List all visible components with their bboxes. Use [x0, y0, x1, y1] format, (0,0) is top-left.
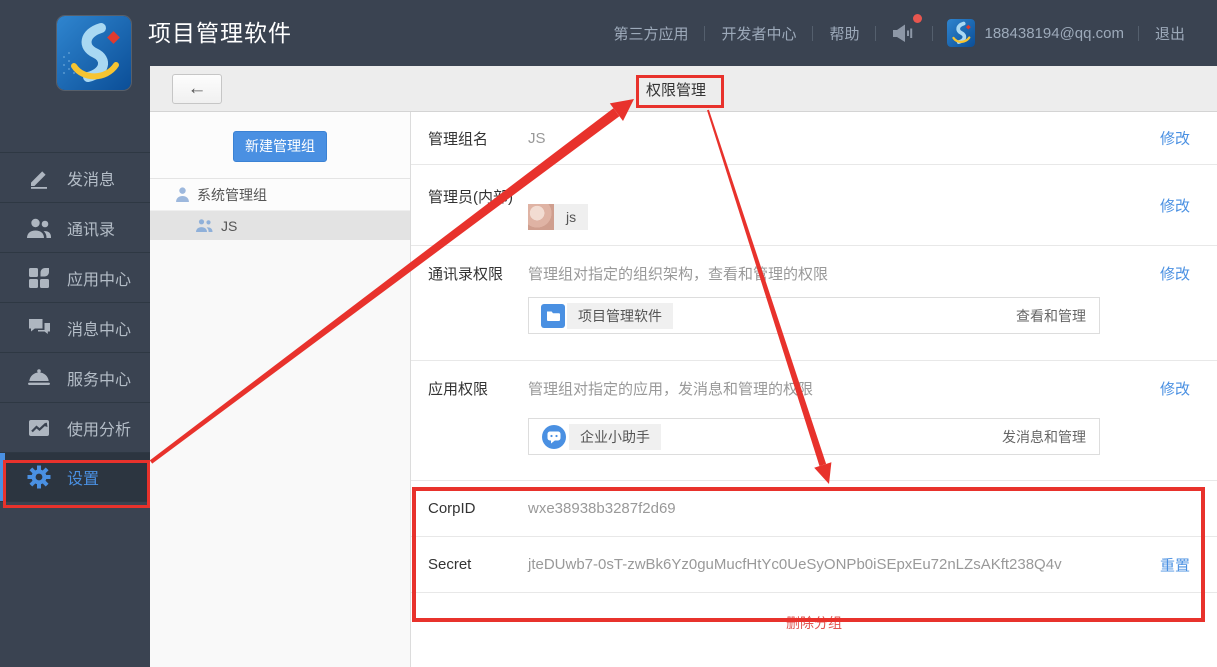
group-name-value: JS: [528, 129, 546, 147]
sidebar-item-app-center[interactable]: 应用中心: [0, 252, 150, 302]
contacts-permission-desc: 管理组对指定的组织架构，查看和管理的权限: [528, 266, 829, 283]
secret-row: Secret jteDUwb7-0sT-zwBk6Yz0guMucfHtYc0U…: [411, 537, 1217, 593]
toolbar: ← 权限管理: [150, 66, 1217, 112]
nav-third-party-apps[interactable]: 第三方应用: [597, 23, 704, 44]
assistant-chat-icon: [542, 424, 566, 449]
sidebar-item-usage-analytics[interactable]: 使用分析: [0, 402, 150, 452]
modify-group-name-link[interactable]: 修改: [1160, 128, 1190, 149]
corpid-row: CorpID wxe38938b3287f2d69: [411, 481, 1217, 537]
contacts-permission-row: 通讯录权限 管理组对指定的组织架构，查看和管理的权限 修改 项目管理软件 查看和…: [411, 246, 1217, 361]
back-button[interactable]: ←: [172, 74, 222, 104]
reset-secret-link[interactable]: 重置: [1160, 554, 1190, 575]
tree-item-label: 系统管理组: [197, 186, 267, 203]
admins-label: 管理员(内部): [428, 189, 513, 206]
secret-value: jteDUwb7-0sT-zwBk6Yz0guMucfHtYc0UeSyONPb…: [528, 556, 1062, 573]
admins-row: 管理员(内部) js 修改: [411, 165, 1217, 246]
logout-button[interactable]: 退出: [1139, 23, 1201, 44]
permission-management-label: 权限管理: [646, 82, 707, 99]
tree-item-system-group[interactable]: 系统管理组: [150, 179, 410, 211]
contacts-permission-level: 查看和管理: [1016, 307, 1086, 324]
person-icon: [176, 187, 189, 202]
people-icon: [196, 219, 213, 232]
sidebar-item-settings[interactable]: 设置: [0, 452, 150, 502]
new-admin-group-button[interactable]: 新建管理组: [233, 131, 327, 162]
group-detail-panel: 管理组名 JS 修改 管理员(内部) js 修改 通讯录权限 管理组对指定的组织…: [411, 112, 1217, 667]
delete-group-link[interactable]: 删除分组: [786, 615, 842, 631]
modify-app-permission-link[interactable]: 修改: [1160, 378, 1190, 399]
delete-group-row: 删除分组: [411, 593, 1217, 641]
pencil-icon: [27, 166, 51, 190]
sidebar-item-contacts[interactable]: 通讯录: [0, 202, 150, 252]
message-icon: [27, 316, 51, 340]
contacts-permission-label: 通讯录权限: [428, 266, 504, 283]
corpid-value: wxe38938b3287f2d69: [528, 500, 676, 517]
top-navigation: 第三方应用 开发者中心 帮助 188438194@qq.com 退出: [597, 0, 1201, 66]
announcement-button[interactable]: [876, 14, 932, 43]
corpid-label: CorpID: [428, 500, 476, 517]
speaker-icon: [893, 24, 913, 42]
nav-developer-center[interactable]: 开发者中心: [705, 23, 812, 44]
sidebar-item-service-center[interactable]: 服务中心: [0, 352, 150, 402]
account-email: 188438194@qq.com: [984, 24, 1124, 42]
secret-label: Secret: [428, 556, 472, 573]
tree-panel-header: 新建管理组: [150, 112, 410, 179]
sidebar: 发消息 通讯录 应用中心 消息中心 服务中心 使用分析 设置: [0, 66, 150, 667]
folder-icon: [541, 303, 565, 328]
member-avatar: [528, 204, 554, 230]
service-bell-icon: [27, 366, 51, 390]
gear-icon: [27, 465, 51, 489]
sidebar-menu: 发消息 通讯录 应用中心 消息中心 服务中心 使用分析 设置: [0, 152, 150, 502]
avatar: [947, 19, 976, 47]
admin-member-tag: js: [528, 204, 589, 230]
contacts-icon: [27, 216, 51, 240]
app-permission-desc: 管理组对指定的应用，发消息和管理的权限: [528, 381, 814, 398]
page-title: 项目管理软件: [148, 20, 292, 46]
group-name-row: 管理组名 JS 修改: [411, 112, 1217, 165]
app-item: 企业小助手: [541, 423, 661, 450]
modify-contacts-permission-link[interactable]: 修改: [1160, 263, 1190, 284]
nav-help[interactable]: 帮助: [813, 23, 875, 44]
group-name-label: 管理组名: [428, 130, 489, 148]
tree-item-label: JS: [221, 217, 238, 234]
app-permission-level: 发消息和管理: [1002, 428, 1086, 445]
header-bar: 项目管理软件 第三方应用 开发者中心 帮助 188438194@qq.com 退…: [0, 0, 1217, 66]
apps-grid-icon: [27, 266, 51, 290]
app-permission-label: 应用权限: [428, 381, 489, 398]
admin-group-panel: 新建管理组 系统管理组 JS: [150, 112, 411, 667]
main-area: ← 权限管理 新建管理组 系统管理组 JS 管理组名 JS 修改 管理员(内部)…: [150, 66, 1217, 667]
sidebar-item-message-center[interactable]: 消息中心: [0, 302, 150, 352]
org-item: 项目管理软件: [541, 302, 673, 329]
sidebar-item-send-message[interactable]: 发消息: [0, 152, 150, 202]
org-name: 项目管理软件: [567, 302, 673, 329]
active-indicator: [0, 453, 5, 501]
contacts-permission-box: 项目管理软件 查看和管理: [528, 297, 1100, 334]
app-name: 企业小助手: [569, 423, 661, 450]
analytics-icon: [27, 416, 51, 440]
modify-admins-link[interactable]: 修改: [1160, 195, 1190, 216]
app-permission-row: 应用权限 管理组对指定的应用，发消息和管理的权限 修改 企业小助手 发消息和管理: [411, 361, 1217, 481]
member-name: js: [554, 204, 589, 230]
notification-dot-icon: [913, 14, 923, 23]
app-logo: [57, 16, 131, 90]
tree-item-js-group[interactable]: JS: [150, 211, 410, 240]
account-menu[interactable]: 188438194@qq.com: [933, 19, 1138, 47]
app-permission-box: 企业小助手 发消息和管理: [528, 418, 1100, 455]
